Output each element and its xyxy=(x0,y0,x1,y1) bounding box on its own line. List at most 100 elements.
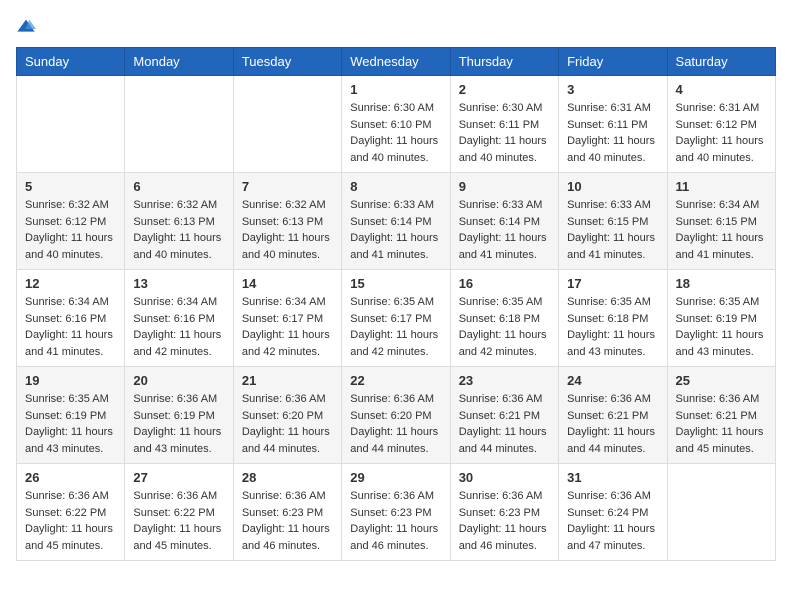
daylight-text: Daylight: 11 hours and 41 minutes. xyxy=(567,232,655,261)
sunrise-text: Sunrise: 6:32 AM xyxy=(133,199,217,211)
sunrise-text: Sunrise: 6:36 AM xyxy=(350,393,434,405)
week-row-4: 19 Sunrise: 6:35 AM Sunset: 6:19 PM Dayl… xyxy=(17,367,776,464)
sunrise-text: Sunrise: 6:35 AM xyxy=(350,296,434,308)
day-cell-16: 16 Sunrise: 6:35 AM Sunset: 6:18 PM Dayl… xyxy=(450,270,558,367)
day-info: Sunrise: 6:30 AM Sunset: 6:10 PM Dayligh… xyxy=(350,100,441,166)
day-info: Sunrise: 6:32 AM Sunset: 6:13 PM Dayligh… xyxy=(242,197,333,263)
sunset-text: Sunset: 6:13 PM xyxy=(133,216,214,228)
sunset-text: Sunset: 6:21 PM xyxy=(676,410,757,422)
daylight-text: Daylight: 11 hours and 44 minutes. xyxy=(567,426,655,455)
sunset-text: Sunset: 6:18 PM xyxy=(459,313,540,325)
day-cell-24: 24 Sunrise: 6:36 AM Sunset: 6:21 PM Dayl… xyxy=(559,367,667,464)
sunrise-text: Sunrise: 6:36 AM xyxy=(133,490,217,502)
daylight-text: Daylight: 11 hours and 44 minutes. xyxy=(242,426,330,455)
sunset-text: Sunset: 6:24 PM xyxy=(567,507,648,519)
page-header xyxy=(16,16,776,37)
sunrise-text: Sunrise: 6:31 AM xyxy=(676,102,760,114)
week-row-5: 26 Sunrise: 6:36 AM Sunset: 6:22 PM Dayl… xyxy=(17,464,776,561)
sunset-text: Sunset: 6:18 PM xyxy=(567,313,648,325)
day-info: Sunrise: 6:35 AM Sunset: 6:19 PM Dayligh… xyxy=(676,294,767,360)
day-number: 1 xyxy=(350,82,441,97)
day-info: Sunrise: 6:33 AM Sunset: 6:14 PM Dayligh… xyxy=(350,197,441,263)
day-number: 19 xyxy=(25,373,116,388)
day-cell-empty xyxy=(125,76,233,173)
day-cell-empty xyxy=(233,76,341,173)
day-number: 13 xyxy=(133,276,224,291)
day-number: 14 xyxy=(242,276,333,291)
daylight-text: Daylight: 11 hours and 41 minutes. xyxy=(676,232,764,261)
day-number: 9 xyxy=(459,179,550,194)
day-number: 3 xyxy=(567,82,658,97)
day-number: 16 xyxy=(459,276,550,291)
header-sunday: Sunday xyxy=(17,48,125,76)
sunset-text: Sunset: 6:14 PM xyxy=(459,216,540,228)
day-number: 11 xyxy=(676,179,767,194)
sunset-text: Sunset: 6:11 PM xyxy=(459,119,540,131)
day-cell-11: 11 Sunrise: 6:34 AM Sunset: 6:15 PM Dayl… xyxy=(667,173,775,270)
day-number: 21 xyxy=(242,373,333,388)
sunrise-text: Sunrise: 6:31 AM xyxy=(567,102,651,114)
day-number: 18 xyxy=(676,276,767,291)
header-thursday: Thursday xyxy=(450,48,558,76)
day-cell-22: 22 Sunrise: 6:36 AM Sunset: 6:20 PM Dayl… xyxy=(342,367,450,464)
daylight-text: Daylight: 11 hours and 41 minutes. xyxy=(350,232,438,261)
day-number: 28 xyxy=(242,470,333,485)
sunrise-text: Sunrise: 6:34 AM xyxy=(25,296,109,308)
day-info: Sunrise: 6:32 AM Sunset: 6:12 PM Dayligh… xyxy=(25,197,116,263)
daylight-text: Daylight: 11 hours and 40 minutes. xyxy=(350,135,438,164)
day-info: Sunrise: 6:36 AM Sunset: 6:22 PM Dayligh… xyxy=(133,488,224,554)
sunset-text: Sunset: 6:16 PM xyxy=(133,313,214,325)
day-cell-9: 9 Sunrise: 6:33 AM Sunset: 6:14 PM Dayli… xyxy=(450,173,558,270)
day-cell-14: 14 Sunrise: 6:34 AM Sunset: 6:17 PM Dayl… xyxy=(233,270,341,367)
sunrise-text: Sunrise: 6:30 AM xyxy=(459,102,543,114)
day-cell-18: 18 Sunrise: 6:35 AM Sunset: 6:19 PM Dayl… xyxy=(667,270,775,367)
day-cell-5: 5 Sunrise: 6:32 AM Sunset: 6:12 PM Dayli… xyxy=(17,173,125,270)
day-info: Sunrise: 6:36 AM Sunset: 6:20 PM Dayligh… xyxy=(350,391,441,457)
sunrise-text: Sunrise: 6:36 AM xyxy=(459,393,543,405)
day-info: Sunrise: 6:32 AM Sunset: 6:13 PM Dayligh… xyxy=(133,197,224,263)
daylight-text: Daylight: 11 hours and 40 minutes. xyxy=(25,232,113,261)
day-cell-28: 28 Sunrise: 6:36 AM Sunset: 6:23 PM Dayl… xyxy=(233,464,341,561)
header-friday: Friday xyxy=(559,48,667,76)
sunrise-text: Sunrise: 6:36 AM xyxy=(242,393,326,405)
day-number: 8 xyxy=(350,179,441,194)
daylight-text: Daylight: 11 hours and 45 minutes. xyxy=(25,523,113,552)
day-number: 17 xyxy=(567,276,658,291)
day-info: Sunrise: 6:35 AM Sunset: 6:19 PM Dayligh… xyxy=(25,391,116,457)
day-cell-19: 19 Sunrise: 6:35 AM Sunset: 6:19 PM Dayl… xyxy=(17,367,125,464)
sunset-text: Sunset: 6:23 PM xyxy=(350,507,431,519)
daylight-text: Daylight: 11 hours and 40 minutes. xyxy=(133,232,221,261)
sunset-text: Sunset: 6:13 PM xyxy=(242,216,323,228)
logo-icon xyxy=(16,17,36,37)
sunrise-text: Sunrise: 6:33 AM xyxy=(350,199,434,211)
day-number: 12 xyxy=(25,276,116,291)
day-cell-25: 25 Sunrise: 6:36 AM Sunset: 6:21 PM Dayl… xyxy=(667,367,775,464)
daylight-text: Daylight: 11 hours and 45 minutes. xyxy=(133,523,221,552)
sunrise-text: Sunrise: 6:36 AM xyxy=(133,393,217,405)
day-cell-15: 15 Sunrise: 6:35 AM Sunset: 6:17 PM Dayl… xyxy=(342,270,450,367)
sunset-text: Sunset: 6:10 PM xyxy=(350,119,431,131)
daylight-text: Daylight: 11 hours and 42 minutes. xyxy=(459,329,547,358)
day-info: Sunrise: 6:36 AM Sunset: 6:23 PM Dayligh… xyxy=(350,488,441,554)
day-info: Sunrise: 6:36 AM Sunset: 6:19 PM Dayligh… xyxy=(133,391,224,457)
daylight-text: Daylight: 11 hours and 41 minutes. xyxy=(25,329,113,358)
day-cell-6: 6 Sunrise: 6:32 AM Sunset: 6:13 PM Dayli… xyxy=(125,173,233,270)
day-info: Sunrise: 6:36 AM Sunset: 6:22 PM Dayligh… xyxy=(25,488,116,554)
daylight-text: Daylight: 11 hours and 43 minutes. xyxy=(676,329,764,358)
day-info: Sunrise: 6:31 AM Sunset: 6:12 PM Dayligh… xyxy=(676,100,767,166)
sunrise-text: Sunrise: 6:36 AM xyxy=(676,393,760,405)
sunrise-text: Sunrise: 6:36 AM xyxy=(350,490,434,502)
day-info: Sunrise: 6:36 AM Sunset: 6:21 PM Dayligh… xyxy=(567,391,658,457)
daylight-text: Daylight: 11 hours and 42 minutes. xyxy=(242,329,330,358)
day-cell-17: 17 Sunrise: 6:35 AM Sunset: 6:18 PM Dayl… xyxy=(559,270,667,367)
calendar-table: SundayMondayTuesdayWednesdayThursdayFrid… xyxy=(16,47,776,561)
day-number: 4 xyxy=(676,82,767,97)
daylight-text: Daylight: 11 hours and 46 minutes. xyxy=(242,523,330,552)
day-cell-empty xyxy=(667,464,775,561)
sunset-text: Sunset: 6:17 PM xyxy=(242,313,323,325)
day-cell-empty xyxy=(17,76,125,173)
daylight-text: Daylight: 11 hours and 44 minutes. xyxy=(350,426,438,455)
sunset-text: Sunset: 6:19 PM xyxy=(133,410,214,422)
sunrise-text: Sunrise: 6:33 AM xyxy=(567,199,651,211)
sunrise-text: Sunrise: 6:35 AM xyxy=(567,296,651,308)
